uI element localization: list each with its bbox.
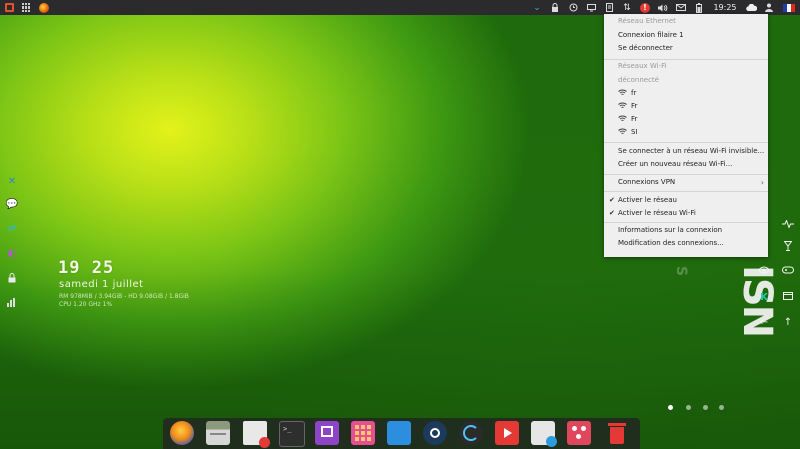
history-icon[interactable]: [564, 0, 582, 15]
panel-clock[interactable]: 19:25: [708, 3, 742, 12]
app-menu-icon[interactable]: [5, 3, 14, 12]
window-icon[interactable]: [780, 291, 796, 305]
menu-separator: [604, 222, 768, 223]
create-network-item[interactable]: Créer un nouveau réseau Wi-Fi...: [618, 160, 732, 169]
vpn-item[interactable]: Connexions VPN: [618, 178, 675, 187]
menu-separator: [604, 174, 768, 175]
cpu-info: CPU 1.20 GHz 1%: [59, 301, 113, 308]
enable-network-item[interactable]: Activer le réseau: [618, 196, 677, 205]
steam-icon[interactable]: [423, 421, 447, 445]
wifi-header: Réseaux Wi-Fi: [618, 62, 667, 70]
flag-fr-icon[interactable]: [778, 0, 800, 15]
checkmark-icon: ✔: [609, 196, 615, 204]
alert-icon[interactable]: !: [636, 0, 654, 15]
page-dot-3[interactable]: [703, 405, 708, 410]
firefox-icon[interactable]: [170, 421, 194, 445]
firefox-icon[interactable]: [39, 2, 49, 13]
terminal-icon[interactable]: >_: [279, 421, 305, 447]
volume-icon[interactable]: [654, 0, 672, 15]
user-icon[interactable]: [760, 0, 778, 15]
page-dot-1[interactable]: [668, 405, 673, 410]
arrow-left-icon[interactable]: ←: [756, 316, 772, 330]
document-icon[interactable]: [600, 0, 618, 15]
menu-separator: [604, 191, 768, 192]
mail-icon[interactable]: [672, 0, 690, 15]
wifi-network-item[interactable]: Fr: [631, 115, 637, 124]
app-grid-icon[interactable]: [351, 421, 375, 445]
eye-icon[interactable]: [756, 265, 772, 279]
files-icon[interactable]: [206, 421, 230, 445]
disconnect-item[interactable]: Se déconnecter: [618, 44, 673, 53]
twitch-icon[interactable]: [315, 421, 339, 445]
wifi-network-item[interactable]: SI: [631, 128, 638, 137]
connection-info-item[interactable]: Informations sur la connexion: [618, 226, 722, 235]
battery-icon[interactable]: [690, 0, 708, 15]
wifi-signal-icon: [618, 89, 628, 98]
bars-chart-icon[interactable]: [5, 297, 19, 309]
menu-separator: [604, 59, 768, 60]
top-panel: ⌄ ⇅ ! 19:25: [0, 0, 800, 15]
text-editor-icon[interactable]: [243, 421, 270, 448]
desktop-icon[interactable]: [387, 421, 411, 445]
apps-grid-icon[interactable]: [22, 3, 31, 12]
glass-icon[interactable]: [780, 241, 796, 255]
desktop-clock-date: samedi 1 juillet: [59, 279, 144, 290]
enable-wifi-item[interactable]: Activer le réseau Wi-Fi: [618, 209, 696, 218]
cloud-icon[interactable]: [742, 0, 760, 15]
page-dot-2[interactable]: [686, 405, 691, 410]
wifi-network-item[interactable]: fr: [631, 89, 636, 98]
youtube-icon[interactable]: [495, 421, 519, 445]
wifi-signal-icon: [618, 102, 628, 111]
checkmark-icon: ✔: [609, 209, 615, 217]
pulse-icon[interactable]: [780, 219, 796, 233]
dock: >_: [163, 418, 640, 449]
update-manager-icon[interactable]: [459, 421, 483, 445]
wifi-network-item[interactable]: Fr: [631, 102, 637, 111]
page-dot-4[interactable]: [719, 405, 724, 410]
sketch-icon[interactable]: [567, 421, 591, 445]
wifi-signal-icon: [618, 128, 628, 137]
trash-icon[interactable]: [605, 421, 629, 445]
display-icon[interactable]: [582, 0, 600, 15]
arrows-icon[interactable]: ⇄: [5, 223, 19, 235]
arrow-up-icon[interactable]: ↑: [780, 316, 796, 330]
edit-connections-item[interactable]: Modification des connexions...: [618, 239, 724, 248]
ethernet-header: Réseau Ethernet: [618, 17, 676, 25]
lock-icon[interactable]: [5, 273, 19, 285]
mask-icon[interactable]: ◐: [5, 248, 19, 260]
submenu-arrow-icon: ›: [760, 178, 764, 187]
connect-hidden-item[interactable]: Se connecter à un réseau Wi-Fi invisible…: [618, 147, 764, 156]
chevron-down-icon[interactable]: ⌄: [528, 0, 546, 15]
software-store-icon[interactable]: [531, 421, 557, 447]
network-icon[interactable]: ⇅: [618, 0, 636, 15]
wifi-signal-icon: [618, 115, 628, 124]
close-icon[interactable]: ✕: [5, 176, 19, 188]
wired-connection-item[interactable]: Connexion filaire 1: [618, 31, 684, 40]
memory-info: RM 978MiB / 3.94GiB - HD 9.08GiB / 1.8Gi…: [59, 293, 189, 300]
gamepad-icon[interactable]: [780, 265, 796, 279]
network-menu: Réseau Ethernet Connexion filaire 1 Se d…: [604, 14, 768, 257]
desktop-clock-time: 19 25: [58, 258, 115, 278]
wifi-status: déconnecté: [618, 76, 659, 84]
chat-icon[interactable]: 💬: [5, 199, 19, 211]
menu-separator: [604, 142, 768, 143]
lock-icon[interactable]: [546, 0, 564, 15]
k-icon[interactable]: K: [756, 291, 772, 305]
